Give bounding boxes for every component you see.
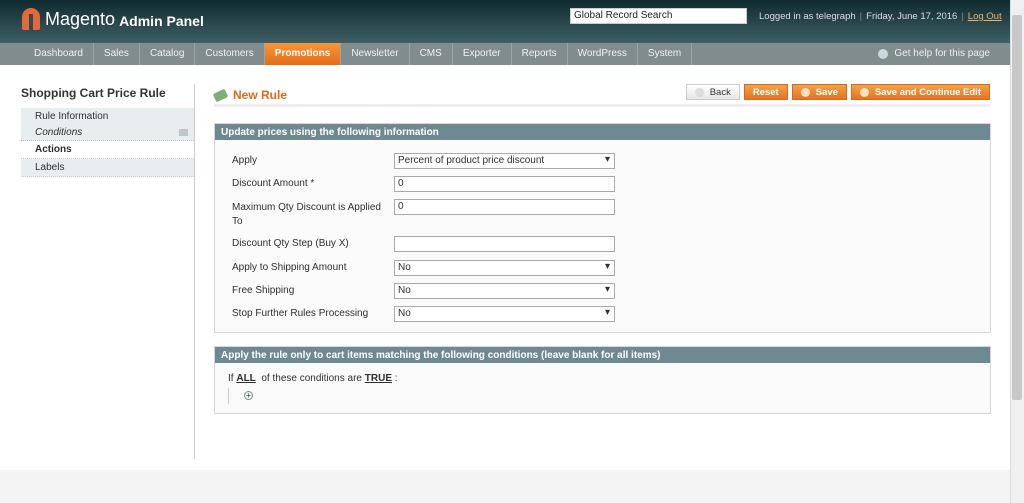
nav-sales[interactable]: Sales: [94, 43, 140, 65]
scrollbar-thumb[interactable]: [1012, 15, 1022, 400]
sidebar-title: Shopping Cart Price Rule: [21, 86, 166, 100]
header: Magento Admin Panel Global Record Search …: [0, 0, 1010, 43]
max-qty-input[interactable]: 0: [394, 199, 615, 215]
nav-customers[interactable]: Customers: [195, 43, 265, 65]
nav-exporter[interactable]: Exporter: [453, 43, 512, 65]
value-link[interactable]: TRUE: [365, 373, 392, 384]
date-text: Friday, June 17, 2016: [866, 11, 958, 22]
sidebar-item-labels[interactable]: Labels: [21, 159, 194, 177]
title-divider: [214, 104, 990, 107]
nav-reports[interactable]: Reports: [512, 43, 568, 65]
back-arrow-icon: [694, 87, 704, 97]
sidebar-item-actions[interactable]: Actions: [21, 141, 194, 159]
nav-promotions[interactable]: Promotions: [264, 43, 342, 65]
apply-shipping-select[interactable]: No: [394, 260, 615, 276]
logout-link[interactable]: Log Out: [968, 11, 1002, 22]
conditions-fieldset: Apply the rule only to cart items matchi…: [214, 346, 991, 414]
discount-amount-input[interactable]: 0: [394, 176, 615, 192]
help-link[interactable]: Get help for this page: [878, 48, 990, 59]
logged-in-text: Logged in as telegraph: [759, 11, 856, 22]
divider: [194, 84, 195, 459]
apply-shipping-label: Apply to Shipping Amount: [232, 262, 347, 273]
reset-button[interactable]: Reset: [743, 84, 788, 100]
help-text: Get help for this page: [894, 48, 990, 59]
check-icon: [800, 87, 810, 97]
logo[interactable]: Magento Admin Panel: [22, 8, 204, 30]
back-button[interactable]: Back: [685, 84, 740, 100]
nav-newsletter[interactable]: Newsletter: [341, 43, 410, 65]
back-label: Back: [709, 86, 731, 98]
apply-select[interactable]: Percent of product price discount: [394, 153, 615, 169]
page-title-text: New Rule: [233, 88, 288, 102]
sidebar-item-rule-information[interactable]: Rule Information: [21, 108, 194, 125]
stop-rules-label: Stop Further Rules Processing: [232, 308, 369, 319]
free-shipping-select[interactable]: No: [394, 283, 615, 299]
actions-heading: Update prices using the following inform…: [215, 124, 990, 140]
save-label: Save: [815, 86, 838, 98]
qty-step-input[interactable]: [394, 236, 615, 252]
nav-catalog[interactable]: Catalog: [140, 43, 196, 65]
tree-line: [228, 388, 229, 404]
sidebar-item-conditions[interactable]: Conditions: [21, 125, 194, 141]
free-shipping-label: Free Shipping: [232, 285, 295, 296]
changed-icon: [179, 129, 188, 136]
rule-icon: [212, 88, 229, 102]
condition-statement: If ALL of these conditions are TRUE :: [228, 373, 398, 384]
global-search-input[interactable]: Global Record Search: [570, 8, 747, 24]
nav-dashboard[interactable]: Dashboard: [24, 43, 94, 65]
aggregator-link[interactable]: ALL: [236, 373, 255, 384]
magento-logo-icon: [22, 8, 40, 30]
check-icon: [859, 87, 869, 97]
nav-wordpress[interactable]: WordPress: [568, 43, 638, 65]
apply-label: Apply: [232, 155, 258, 166]
save-continue-button[interactable]: Save and Continue Edit: [850, 84, 990, 100]
logo-text: Magento: [45, 8, 116, 29]
main-nav: Dashboard Sales Catalog Customers Promot…: [0, 43, 1010, 65]
add-condition-icon[interactable]: +: [244, 391, 253, 400]
stop-rules-select[interactable]: No: [394, 306, 615, 322]
max-qty-label: Maximum Qty Discount is Applied To: [232, 202, 381, 227]
qty-step-label: Discount Qty Step (Buy X): [232, 238, 349, 249]
page-title: New Rule: [212, 88, 288, 102]
save-continue-label: Save and Continue Edit: [874, 86, 981, 98]
logo-subtitle: Admin Panel: [119, 12, 204, 29]
actions-fieldset: Update prices using the following inform…: [214, 123, 991, 333]
sidebar-item-label: Conditions: [35, 127, 83, 138]
conditions-heading: Apply the rule only to cart items matchi…: [215, 347, 990, 363]
sidebar: Rule Information Conditions Actions Labe…: [21, 108, 194, 177]
discount-amount-label: Discount Amount *: [232, 178, 315, 189]
if-text: If: [228, 373, 234, 384]
footer: [0, 470, 1010, 503]
nav-cms[interactable]: CMS: [410, 43, 453, 65]
colon-text: :: [394, 373, 398, 384]
middle-text: of these conditions are: [261, 373, 362, 384]
help-icon: [878, 48, 889, 59]
save-button[interactable]: Save: [791, 84, 847, 100]
nav-system[interactable]: System: [638, 43, 693, 65]
